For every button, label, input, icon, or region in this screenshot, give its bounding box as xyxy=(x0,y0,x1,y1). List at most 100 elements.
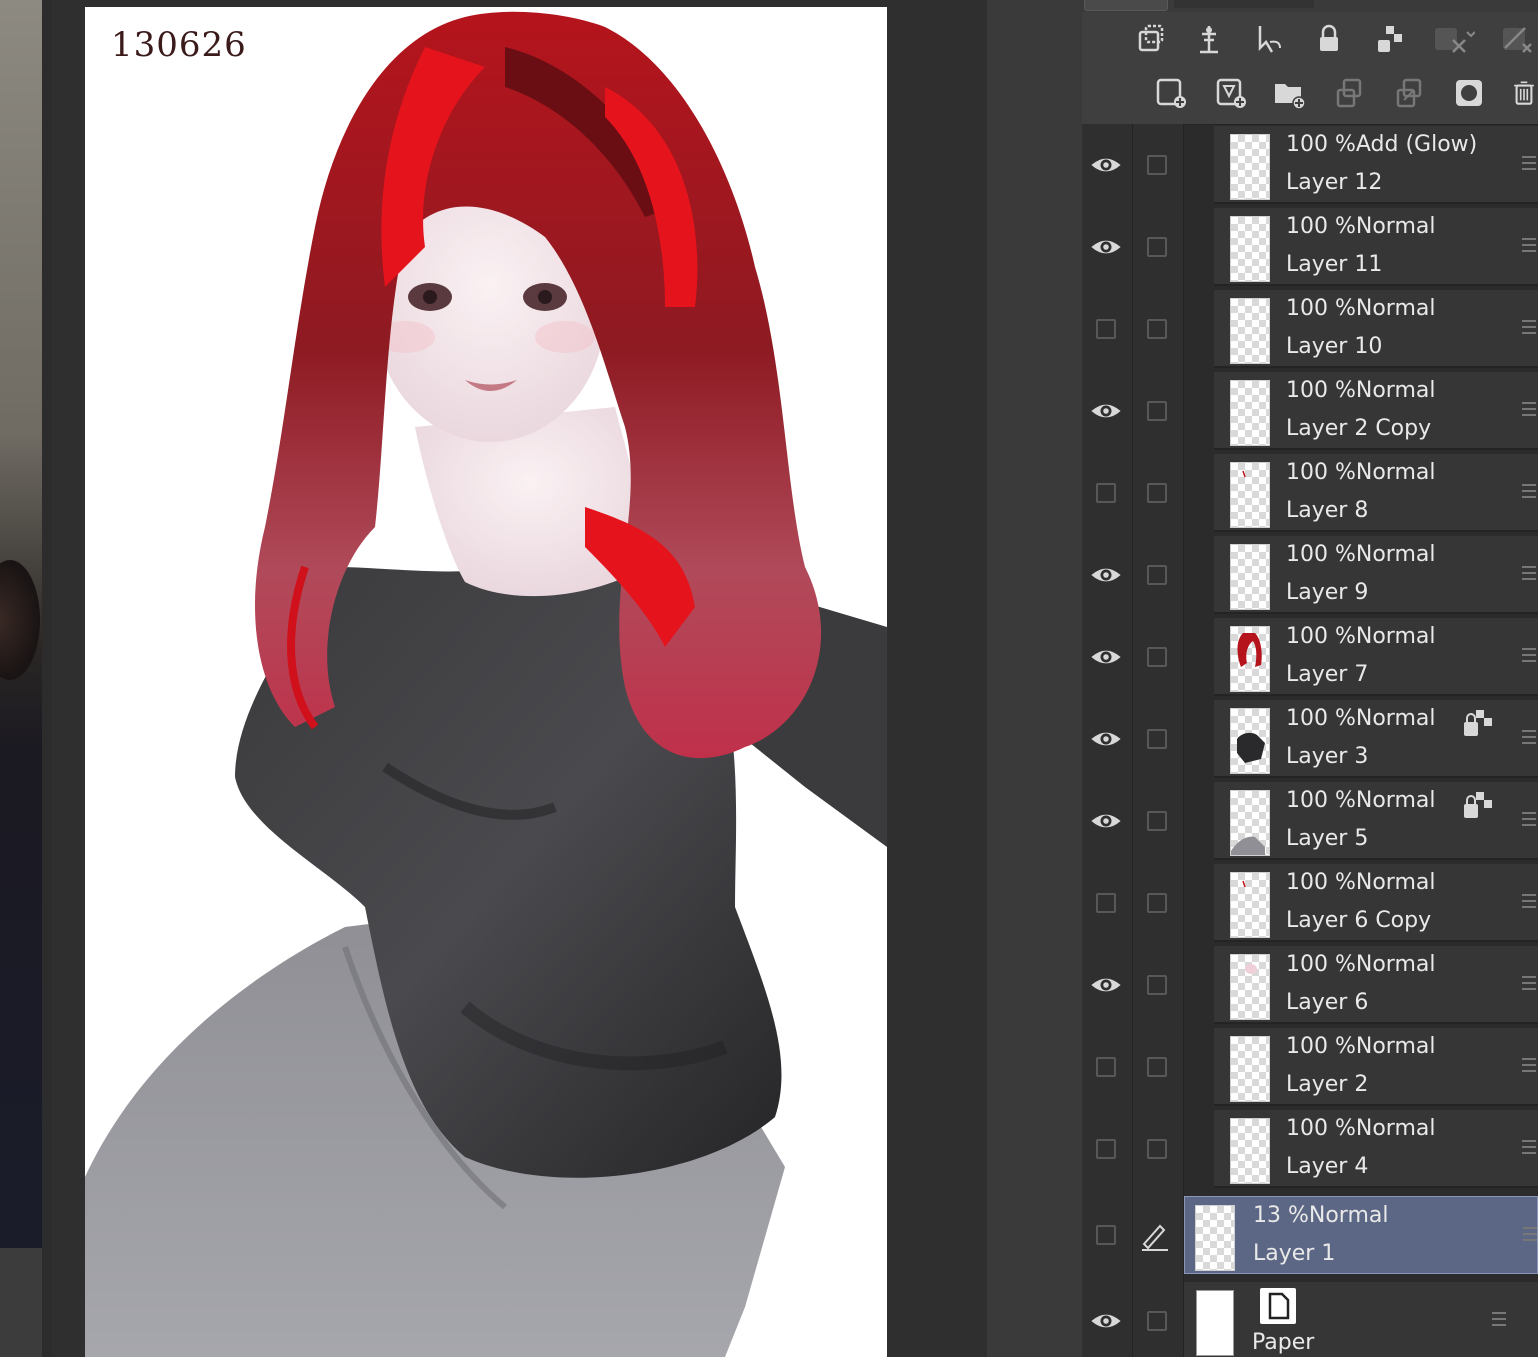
clip-to-layer-below-icon[interactable] xyxy=(1132,20,1170,58)
drag-handle-icon[interactable] xyxy=(1522,812,1536,826)
layer-lock-checkbox[interactable] xyxy=(1147,319,1167,339)
drag-handle-icon[interactable] xyxy=(1522,894,1536,908)
layer-lock-checkbox[interactable] xyxy=(1147,893,1167,913)
layer-lock-checkbox[interactable] xyxy=(1147,975,1167,995)
layer-card[interactable]: 100 %Normal Layer 4 xyxy=(1214,1110,1538,1188)
layer-row[interactable]: 100 %Normal Layer 7 xyxy=(1082,616,1538,698)
layer-name[interactable]: Layer 10 xyxy=(1286,334,1382,359)
layer-row-paper[interactable]: Paper xyxy=(1082,1280,1538,1357)
layer-card[interactable]: 100 %Normal Layer 11 xyxy=(1214,208,1538,286)
layer-row[interactable]: 100 %Normal Layer 5 xyxy=(1082,780,1538,862)
layer-row[interactable]: 100 %Normal Layer 4 xyxy=(1082,1108,1538,1190)
eye-icon[interactable] xyxy=(1088,724,1124,754)
eye-icon[interactable] xyxy=(1088,150,1124,180)
mask-apply-icon[interactable] xyxy=(1494,20,1538,58)
mask-disable-icon[interactable] xyxy=(1430,20,1476,58)
layer-row[interactable]: 100 %Add (Glow) Layer 12 xyxy=(1082,124,1538,206)
layer-row[interactable]: 100 %Normal Layer 8 xyxy=(1082,452,1538,534)
layer-lock-checkbox[interactable] xyxy=(1147,1057,1167,1077)
layer-name[interactable]: Layer 2 xyxy=(1286,1072,1368,1097)
layer-card[interactable]: 100 %Normal Layer 9 xyxy=(1214,536,1538,614)
layer-row[interactable]: 100 %Normal Layer 2 Copy xyxy=(1082,370,1538,452)
drag-handle-icon[interactable] xyxy=(1522,1058,1536,1072)
layer-card[interactable]: 100 %Normal Layer 8 xyxy=(1214,454,1538,532)
drag-handle-icon[interactable] xyxy=(1522,484,1536,498)
layer-name[interactable]: Layer 6 xyxy=(1286,990,1368,1015)
visibility-toggle[interactable] xyxy=(1096,319,1116,339)
lock-layer-icon[interactable] xyxy=(1310,20,1348,58)
layer-name[interactable]: Layer 5 xyxy=(1286,826,1368,851)
layer-card[interactable]: 100 %Normal Layer 6 Copy xyxy=(1214,864,1538,942)
layer-card[interactable]: 100 %Normal Layer 2 Copy xyxy=(1214,372,1538,450)
new-vector-layer-icon[interactable] xyxy=(1212,74,1250,112)
layer-lock-checkbox[interactable] xyxy=(1147,647,1167,667)
layer-lock-checkbox[interactable] xyxy=(1147,811,1167,831)
layer-row[interactable]: 100 %Normal Layer 9 xyxy=(1082,534,1538,616)
visibility-toggle[interactable] xyxy=(1096,1057,1116,1077)
create-mask-icon[interactable] xyxy=(1450,74,1488,112)
drag-handle-icon[interactable] xyxy=(1522,976,1536,990)
layer-row[interactable]: 100 %Normal Layer 2 xyxy=(1082,1026,1538,1108)
canvas-workspace[interactable]: 130626 xyxy=(0,0,1082,1357)
drag-handle-icon[interactable] xyxy=(1522,402,1536,416)
visibility-toggle[interactable] xyxy=(1096,483,1116,503)
lock-transparent-pixels-icon[interactable] xyxy=(1370,20,1408,58)
layer-name[interactable]: Layer 9 xyxy=(1286,580,1368,605)
layer-name[interactable]: Layer 1 xyxy=(1253,1241,1335,1266)
layer-lock-checkbox[interactable] xyxy=(1147,1311,1167,1331)
layer-card[interactable]: 100 %Normal Layer 2 xyxy=(1214,1028,1538,1106)
layer-lock-checkbox[interactable] xyxy=(1147,565,1167,585)
layer-row[interactable]: 100 %Normal Layer 3 xyxy=(1082,698,1538,780)
layer-row[interactable]: 100 %Normal Layer 11 xyxy=(1082,206,1538,288)
drag-handle-icon[interactable] xyxy=(1522,320,1536,334)
layer-card[interactable]: 100 %Normal Layer 6 xyxy=(1214,946,1538,1024)
layer-panel[interactable]: 100 %Add (Glow) Layer 12 100 %Normal Lay… xyxy=(1082,0,1538,1357)
drag-handle-icon[interactable] xyxy=(1522,1140,1536,1154)
drag-handle-icon[interactable] xyxy=(1522,156,1536,170)
layer-name[interactable]: Layer 7 xyxy=(1286,662,1368,687)
visibility-toggle[interactable] xyxy=(1096,1225,1116,1245)
drag-handle-icon[interactable] xyxy=(1522,648,1536,662)
layer-card[interactable]: 100 %Normal Layer 3 xyxy=(1214,700,1538,778)
layer-lock-checkbox[interactable] xyxy=(1147,729,1167,749)
drag-handle-icon[interactable] xyxy=(1522,238,1536,252)
drag-handle-icon[interactable] xyxy=(1522,730,1536,744)
eye-icon[interactable] xyxy=(1088,970,1124,1000)
layer-lock-checkbox[interactable] xyxy=(1147,1139,1167,1159)
reference-layer-icon[interactable] xyxy=(1190,20,1228,58)
layer-row[interactable]: 100 %Normal Layer 6 xyxy=(1082,944,1538,1026)
layer-lock-checkbox[interactable] xyxy=(1147,401,1167,421)
window-divider[interactable] xyxy=(42,0,52,1357)
drag-handle-icon[interactable] xyxy=(1492,1312,1506,1326)
eye-icon[interactable] xyxy=(1088,560,1124,590)
layer-card[interactable]: 100 %Normal Layer 7 xyxy=(1214,618,1538,696)
layer-lock-checkbox[interactable] xyxy=(1147,155,1167,175)
layer-name[interactable]: Paper xyxy=(1252,1330,1314,1355)
layer-card[interactable]: 100 %Add (Glow) Layer 12 xyxy=(1214,126,1538,204)
layer-card[interactable]: Paper xyxy=(1184,1282,1538,1357)
tab-secondary[interactable] xyxy=(1174,0,1314,8)
drawing-canvas[interactable]: 130626 xyxy=(85,7,887,1357)
new-raster-layer-icon[interactable] xyxy=(1152,74,1190,112)
delete-layer-icon[interactable] xyxy=(1510,74,1538,112)
layer-card[interactable]: 100 %Normal Layer 10 xyxy=(1214,290,1538,368)
layer-card[interactable]: 100 %Normal Layer 5 xyxy=(1214,782,1538,860)
layer-name[interactable]: Layer 4 xyxy=(1286,1154,1368,1179)
new-folder-icon[interactable] xyxy=(1270,74,1308,112)
layer-card-selected[interactable]: 13 %Normal Layer 1 xyxy=(1184,1196,1538,1274)
layer-lock-checkbox[interactable] xyxy=(1147,237,1167,257)
layer-lock-checkbox[interactable] xyxy=(1147,483,1167,503)
layer-list[interactable]: 100 %Add (Glow) Layer 12 100 %Normal Lay… xyxy=(1082,124,1538,1357)
layer-name[interactable]: Layer 8 xyxy=(1286,498,1368,523)
transfer-to-layer-below-icon[interactable] xyxy=(1330,74,1368,112)
layer-name[interactable]: Layer 2 Copy xyxy=(1286,416,1431,441)
visibility-toggle[interactable] xyxy=(1096,1139,1116,1159)
visibility-toggle[interactable] xyxy=(1096,893,1116,913)
layer-name[interactable]: Layer 12 xyxy=(1286,170,1382,195)
layer-name[interactable]: Layer 11 xyxy=(1286,252,1382,277)
set-selection-layer-icon[interactable] xyxy=(1250,20,1288,58)
layer-row-active[interactable]: 13 %Normal Layer 1 xyxy=(1082,1194,1538,1276)
layer-name[interactable]: Layer 3 xyxy=(1286,744,1368,769)
eye-icon[interactable] xyxy=(1088,396,1124,426)
layer-row[interactable]: 100 %Normal Layer 6 Copy xyxy=(1082,862,1538,944)
